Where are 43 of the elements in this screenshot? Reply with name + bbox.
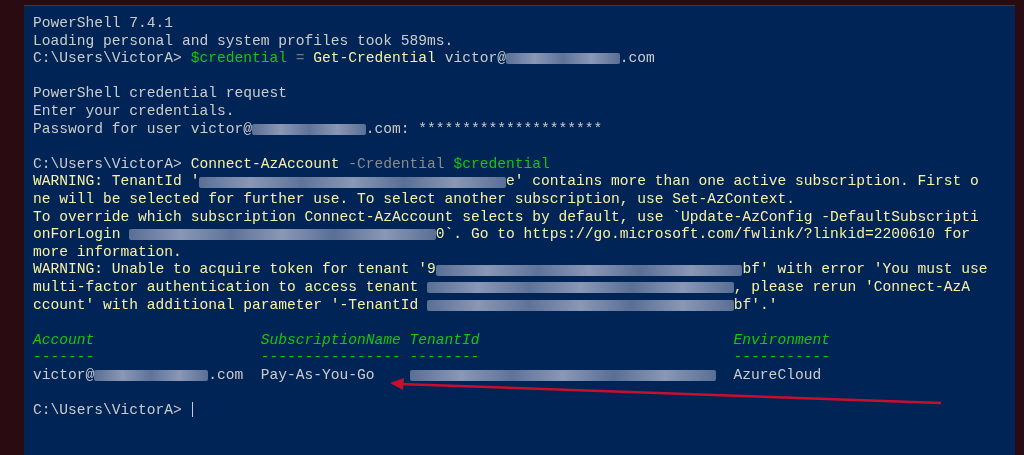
output-text: Pay-As-You-Go bbox=[260, 366, 375, 385]
column-header: Environment bbox=[733, 331, 830, 348]
column-header: SubscriptionName bbox=[260, 331, 401, 348]
output-text: .com bbox=[619, 50, 655, 68]
header-underline: ---------------- bbox=[260, 349, 401, 366]
parameter-text: -Credential bbox=[347, 155, 446, 174]
warning-text: more information. bbox=[33, 243, 182, 262]
header-underline: ----------- bbox=[733, 349, 830, 366]
operator-text: = bbox=[294, 50, 306, 68]
command-text: Connect-AzAccount bbox=[190, 155, 340, 174]
warning-text: bf' with error 'You must use bbox=[742, 261, 988, 279]
header-underline: -------- bbox=[409, 349, 480, 366]
text-cursor bbox=[191, 402, 193, 418]
warning-text: ne will be selected for further use. To select another subscription, use Set-AzContext. bbox=[33, 190, 795, 209]
output-text: Loading personal and system profiles took 589ms. bbox=[33, 32, 454, 51]
command-text: Get-Credential bbox=[313, 50, 436, 68]
warning-text: e' contains more than one active subscription. First o bbox=[505, 173, 979, 191]
warning-text: multi-factor authentication to access tenant bbox=[33, 278, 420, 297]
output-text: AzureCloud bbox=[733, 366, 822, 385]
output-text: PowerShell 7.4.1 bbox=[33, 15, 174, 33]
warning-text: , please rerun 'Connect-AzA bbox=[733, 278, 971, 297]
warning-text: onForLogin bbox=[33, 226, 122, 244]
prompt-text: C:\Users\VictorA> bbox=[33, 155, 183, 174]
warning-text: To override which subscription Connect-AzAccount selects by default, use `Update-AzConfig -DefaultSubscripti bbox=[33, 208, 979, 227]
header-underline: ------- bbox=[33, 349, 95, 366]
output-text: PowerShell credential request bbox=[33, 85, 287, 103]
column-header: Account bbox=[33, 331, 95, 348]
warning-text: bf'.' bbox=[733, 296, 778, 315]
warning-text: WARNING: TenantId ' bbox=[33, 173, 200, 191]
variable-text: $credential bbox=[190, 50, 287, 68]
warning-text: WARNING: Unable to acquire token for tenant '9 bbox=[33, 261, 436, 279]
variable-text: $credential bbox=[453, 155, 550, 174]
output-text: Enter your credentials. bbox=[33, 102, 235, 121]
output-text: Password for user victor@ bbox=[33, 120, 252, 139]
warning-text: 0`. Go to https://go.microsoft.com/fwlink/?linkid=2200610 for bbox=[435, 226, 971, 244]
output-text: victor@ bbox=[443, 50, 506, 68]
output-text: .com: ********************* bbox=[365, 120, 603, 139]
output-text: victor@ bbox=[33, 366, 95, 385]
warning-text: ccount' with additional parameter '-TenantId bbox=[33, 296, 420, 315]
output-text: .com bbox=[208, 366, 244, 385]
prompt-text: C:\Users\VictorA> bbox=[33, 402, 183, 420]
prompt-text: C:\Users\VictorA> bbox=[33, 50, 183, 68]
column-header: TenantId bbox=[409, 331, 480, 348]
